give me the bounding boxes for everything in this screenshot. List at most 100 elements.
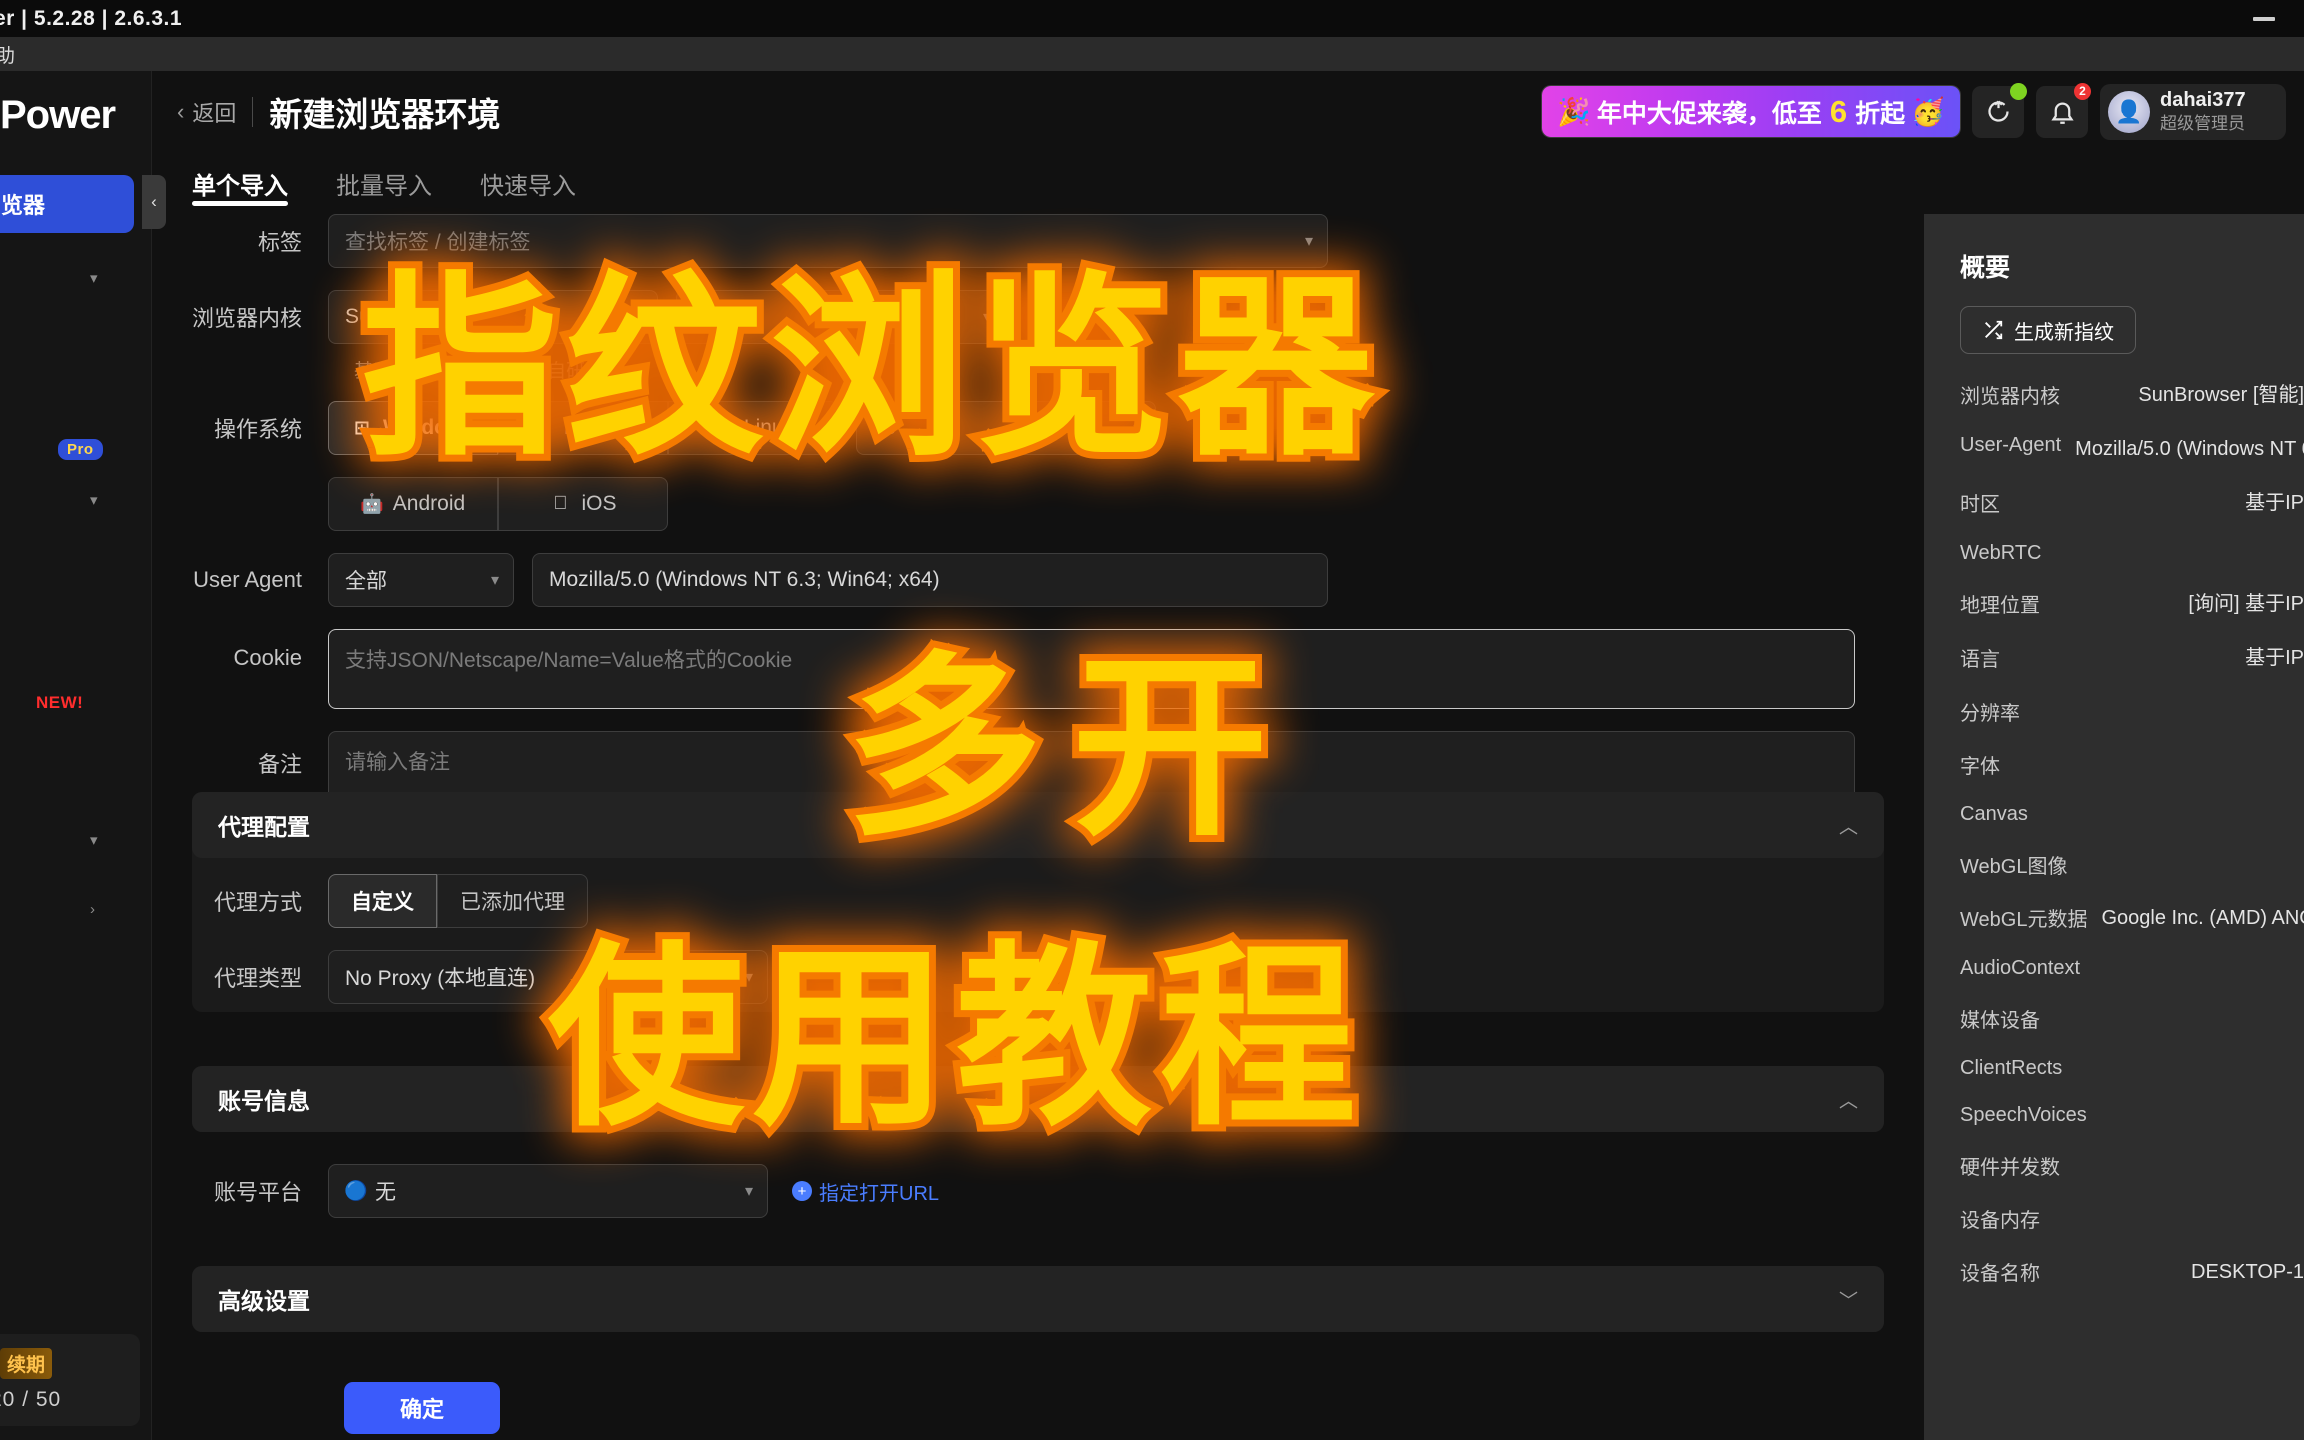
tab-quick-import[interactable]: 快速导入 bbox=[480, 152, 576, 214]
fingerprint-row[interactable]: WebGL图像 bbox=[1924, 850, 2304, 879]
fingerprint-row-value: 基于IP bbox=[2245, 492, 2304, 514]
remark-placeholder: 请输入备注 bbox=[345, 751, 450, 774]
fingerprint-row[interactable]: Canvas bbox=[1924, 803, 2304, 826]
submit-button[interactable]: 确定 bbox=[344, 1382, 500, 1434]
fingerprint-row-key: 字体 bbox=[1960, 756, 2000, 778]
os-option-linux[interactable]: 🐧 Linux bbox=[668, 401, 838, 455]
os-option-macos[interactable]:  macOS bbox=[498, 401, 668, 455]
party-emoji-right: 🥳 bbox=[1911, 96, 1945, 127]
fingerprint-row[interactable]: 硬件并发数 bbox=[1924, 1151, 2304, 1180]
os-option-ios[interactable]:  iOS bbox=[498, 477, 668, 531]
app-logo-text: Power bbox=[0, 92, 116, 137]
generate-fingerprint-button[interactable]: 生成新指纹 bbox=[1960, 306, 2136, 354]
sidebar-item-6[interactable]: ▤ bbox=[0, 759, 140, 805]
fingerprint-row[interactable]: 时区 基于IP bbox=[1924, 488, 2304, 518]
proxy-type-select[interactable]: No Proxy (本地直连) ▾ bbox=[328, 950, 768, 1004]
fingerprint-row-key: 硬件并发数 bbox=[1960, 1157, 2060, 1179]
os-option-macos-label: macOS bbox=[563, 416, 634, 439]
kernel-alt-select[interactable]: 🌐 ▾ bbox=[676, 290, 1006, 344]
tab-batch-import[interactable]: 批量导入 bbox=[336, 152, 432, 214]
fingerprint-row-key: 语言 bbox=[1960, 649, 2000, 671]
account-section-header[interactable]: 账号信息 ︿ bbox=[192, 1066, 1884, 1132]
sidebar-item-3[interactable]: ▤ bbox=[0, 541, 140, 587]
fingerprint-row[interactable]: 设备名称 DESKTOP-1 bbox=[1924, 1257, 2304, 1287]
os-version-select[interactable]: 10 ▾ bbox=[856, 401, 1156, 455]
account-platform-select[interactable]: 🔵 无 ▾ bbox=[328, 1164, 768, 1218]
tab-single-import[interactable]: 单个导入 bbox=[192, 152, 288, 214]
fingerprint-row[interactable]: AudioContext bbox=[1924, 957, 2304, 980]
chevron-up-icon-2[interactable]: ︿ bbox=[1839, 1086, 1858, 1113]
os-option-android[interactable]: 🤖 Android bbox=[328, 477, 498, 531]
fingerprint-row-key: Canvas bbox=[1960, 803, 2028, 825]
renew-button[interactable]: 续期 bbox=[0, 1348, 53, 1379]
advanced-section-header[interactable]: 高级设置 ﹀ bbox=[192, 1266, 1884, 1332]
fingerprint-row[interactable]: 设备内存 bbox=[1924, 1204, 2304, 1233]
proxy-type-value: No Proxy (本地直连) bbox=[345, 967, 536, 990]
app-logo: Power bbox=[0, 85, 150, 145]
os-options-row2: 🤖 Android  iOS bbox=[328, 477, 668, 531]
chevron-down-icon-2[interactable]: ▾ bbox=[90, 491, 98, 509]
back-button[interactable]: ‹ 返回 bbox=[177, 96, 236, 128]
fingerprint-panel: 概要 生成新指纹 浏览器内核 SunBrowser [智能] User-Agent M… bbox=[1924, 214, 2304, 1440]
chevron-right-icon[interactable]: › bbox=[90, 901, 95, 918]
back-label: 返回 bbox=[192, 100, 237, 126]
user-agent-scope-select[interactable]: 全部 ▾ bbox=[328, 553, 514, 607]
minimize-icon[interactable] bbox=[2246, 10, 2282, 28]
fingerprint-row[interactable]: SpeechVoices bbox=[1924, 1104, 2304, 1127]
new-browser-button[interactable]: 浏览器 bbox=[0, 175, 134, 233]
proxy-mode-custom[interactable]: 自定义 bbox=[328, 874, 437, 928]
fingerprint-row[interactable]: 浏览器内核 SunBrowser [智能] bbox=[1924, 380, 2304, 410]
fingerprint-row[interactable]: ClientRects bbox=[1924, 1057, 2304, 1080]
sidebar-item-4[interactable]: ☁ bbox=[0, 611, 140, 657]
cookie-textarea[interactable]: 支持JSON/Netscape/Name=Value格式的Cookie bbox=[328, 629, 1855, 709]
fingerprint-row[interactable]: 媒体设备 bbox=[1924, 1004, 2304, 1033]
user-agent-value: Mozilla/5.0 (Windows NT 6.3; Win64; x64) bbox=[549, 568, 940, 591]
app-window: er | 5.2.28 | 2.6.3.1 助 Power 浏览器 ▾ ▤ ▤ … bbox=[0, 0, 2304, 1440]
fingerprint-rows: 浏览器内核 SunBrowser [智能] User-Agent Mozilla/5.… bbox=[1924, 380, 2304, 1287]
firefox-icon: 🌐 bbox=[692, 307, 716, 328]
tag-placeholder: 查找标签 / 创建标签 bbox=[345, 231, 531, 254]
quota-text: 20 / 50 bbox=[0, 1388, 62, 1411]
sync-status-badge bbox=[2010, 82, 2027, 100]
fingerprint-row[interactable]: 语言 基于IP bbox=[1924, 643, 2304, 673]
menu-item-help[interactable]: 助 bbox=[0, 41, 21, 68]
chevron-down-icon-adv[interactable]: ﹀ bbox=[1839, 1286, 1858, 1313]
fingerprint-row[interactable]: WebRTC bbox=[1924, 542, 2304, 565]
user-agent-scope-value: 全部 bbox=[345, 570, 387, 593]
chevron-down-icon-3[interactable]: ▾ bbox=[90, 831, 98, 849]
user-agent-input[interactable]: Mozilla/5.0 (Windows NT 6.3; Win64; x64) bbox=[532, 553, 1328, 607]
sidebar-footer: 续期 20 / 50 bbox=[0, 1334, 140, 1426]
sidebar-collapse-icon[interactable]: ‹ bbox=[142, 175, 166, 229]
os-options-row1: ⊞ Windows  macOS 🐧 Linux bbox=[328, 401, 838, 455]
promo-banner[interactable]: 🎉 年中大促来袭，低至 6 折起 🥳 bbox=[1542, 86, 1960, 137]
main-form-area: 标签 查找标签 / 创建标签 ▾ 浏览器内核 SunBrowser ▾ 🌐 ▾ … bbox=[152, 214, 1924, 1440]
android-icon: 🤖 bbox=[359, 494, 384, 515]
sidebar-item-1[interactable]: ▤ bbox=[0, 327, 140, 373]
kernel-select[interactable]: SunBrowser ▾ bbox=[328, 290, 658, 344]
label-proxy-mode: 代理方式 bbox=[213, 890, 302, 915]
chevron-up-icon[interactable]: ︿ bbox=[1839, 812, 1858, 839]
os-option-windows[interactable]: ⊞ Windows bbox=[328, 401, 498, 455]
fingerprint-row[interactable]: 字体 bbox=[1924, 750, 2304, 779]
avatar: 👤 bbox=[2108, 90, 2150, 133]
fingerprint-row[interactable]: WebGL元数据 Google Inc. (AMD) ANGLE (AMD, Ra… bbox=[1924, 903, 2304, 933]
open-url-link[interactable]: + 指定打开URL bbox=[792, 1177, 939, 1206]
label-proxy-type: 代理类型 bbox=[213, 966, 302, 991]
fingerprint-row[interactable]: User-Agent Mozilla/5.0 (Windows NT 6.3; W… bbox=[1924, 434, 2304, 464]
tag-input[interactable]: 查找标签 / 创建标签 ▾ bbox=[328, 214, 1328, 268]
proxy-section-header[interactable]: 代理配置 ︿ bbox=[192, 792, 1884, 858]
notifications-button[interactable]: 2 bbox=[2036, 82, 2091, 138]
os-option-linux-label: Linux bbox=[743, 416, 795, 439]
fingerprint-row[interactable]: 地理位置 [询问] 基于IP bbox=[1924, 589, 2304, 619]
fingerprint-row[interactable]: 分辨率 bbox=[1924, 697, 2304, 726]
label-os: 操作系统 bbox=[213, 417, 302, 442]
chevron-down-icon: ▾ bbox=[1304, 233, 1313, 250]
fingerprint-row-key: ClientRects bbox=[1960, 1057, 2063, 1079]
title-bar-text: er | 5.2.28 | 2.6.3.1 bbox=[0, 6, 183, 30]
chevron-down-icon[interactable]: ▾ bbox=[90, 269, 98, 287]
user-menu[interactable]: 👤 dahai377 超级管理员 bbox=[2100, 83, 2286, 140]
label-tag: 标签 bbox=[257, 230, 302, 255]
menu-bar: 助 bbox=[0, 37, 2304, 71]
sync-button[interactable] bbox=[1972, 82, 2027, 138]
proxy-mode-existing[interactable]: 已添加代理 bbox=[437, 874, 588, 928]
